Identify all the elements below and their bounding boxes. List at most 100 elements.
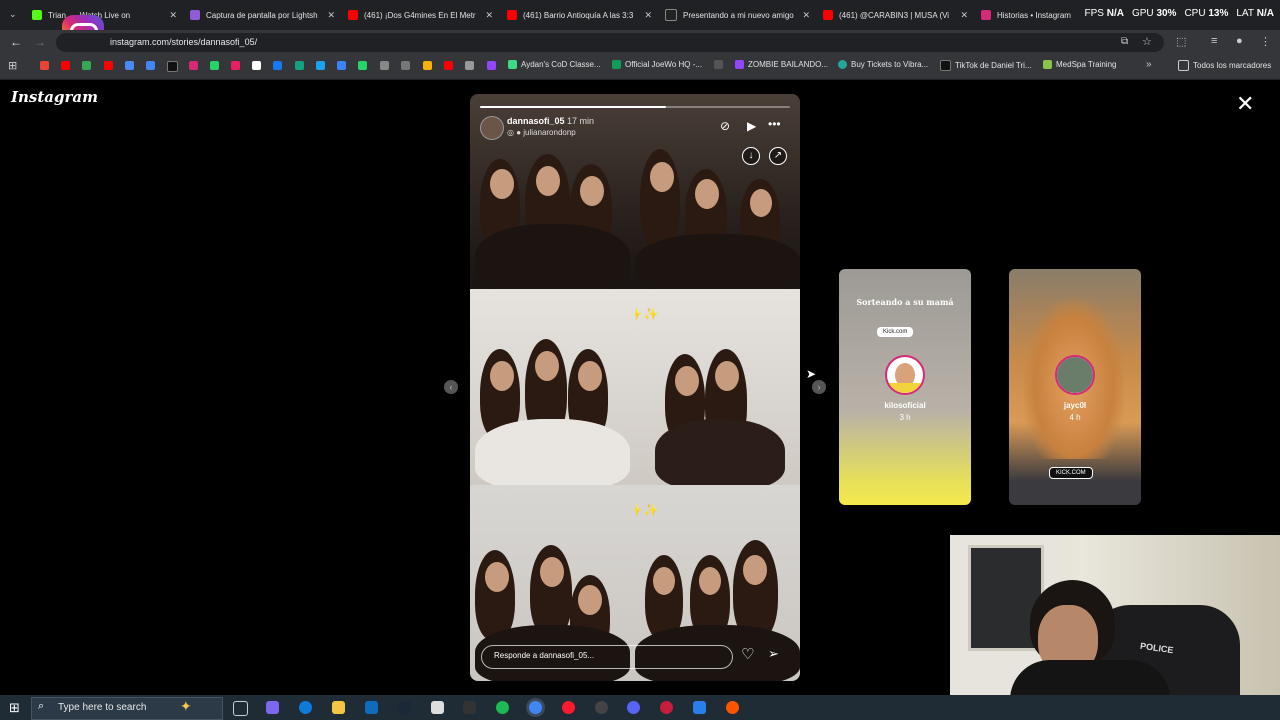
instagram-icon [981,10,991,20]
store-icon[interactable] [431,701,444,714]
bookmark-vibra[interactable]: Buy Tickets to Vibra... [838,60,928,69]
bookmark-tiktok[interactable]: TikTok de Daniel Tri... [940,60,1032,71]
chrome-icon[interactable] [529,701,542,714]
bookmark-icon[interactable] [252,61,261,70]
discord-icon[interactable] [627,701,640,714]
bookmark-icon[interactable] [401,61,410,70]
more-options-icon[interactable]: ••• [768,117,781,131]
next-story-card-jayc0l[interactable]: jayc0l 4 h KICK.COM [1009,269,1141,505]
tab-youtube-3[interactable]: (461) @CARABIN3 | MUSA (Vi ✕ [823,4,968,26]
instagram-bookmark-icon[interactable] [189,61,198,70]
file-explorer-icon[interactable] [332,701,345,714]
chatgpt-icon[interactable] [295,61,304,70]
tab-youtube-2[interactable]: (461) Barrio Antioquía A las 3:3 ✕ [507,4,652,26]
tab-search-chevron-icon[interactable]: ⌄ [9,9,17,20]
bookmark-aydans-cod[interactable]: Aydan's CoD Classe... [508,60,601,69]
close-tab-icon[interactable]: ✕ [327,10,335,21]
edge-icon[interactable] [299,701,312,714]
link-sticker: KICK.COM [1049,467,1093,479]
story-author-name: kilosoficial [884,401,926,410]
forward-arrow-icon[interactable]: → [34,35,46,49]
outlook-icon[interactable] [125,61,134,70]
like-heart-icon[interactable]: ♡ [741,645,754,663]
twitch-icon[interactable] [487,61,496,70]
instagram-logo[interactable]: Instagram [11,88,98,106]
bookmark-icon[interactable] [380,61,389,70]
webcam-overlay: POLICE [950,535,1280,700]
story-photo: ✨✨✨ [635,289,800,485]
close-tab-icon[interactable]: ✕ [960,10,968,21]
all-bookmarks-folder[interactable]: Todos los marcadores [1178,60,1271,71]
opera-icon[interactable] [562,701,575,714]
kick-icon [32,10,42,20]
extensions-icon[interactable]: ⬚ [1176,35,1186,48]
x-twitter-icon[interactable] [167,61,178,72]
app-icon[interactable] [463,701,476,714]
spotify-icon[interactable] [496,701,509,714]
obs-icon[interactable] [595,701,608,714]
app-icon[interactable] [726,701,739,714]
tab-instagram-active[interactable]: Historias • Instagram [981,4,1071,26]
story-collaborator[interactable]: ◎ ● julianarondonp [507,128,576,137]
story-viewer[interactable]: ✨✨✨ ✨✨✨ [470,94,800,681]
tab-tiktok[interactable]: Presentando a mi nuevo amigo ✕ [665,4,810,26]
story-username[interactable]: dannasofi_05 [507,116,565,126]
download-icon[interactable]: ↓ [742,147,760,165]
maps-icon[interactable] [82,61,91,70]
close-story-icon[interactable]: ✕ [1236,93,1254,115]
app-icon[interactable] [660,701,673,714]
bookmark-icon[interactable] [337,61,346,70]
bookmark-star-icon[interactable]: ☆ [1142,35,1152,48]
bookmark-pin[interactable] [714,60,727,69]
bookmark-icon[interactable] [465,61,474,70]
youtube-bookmark-icon[interactable] [444,61,453,70]
bookmark-icon[interactable] [146,61,155,70]
next-story-card-kilosoficial[interactable]: Sorteando a su mamá Kick.com kilosoficia… [839,269,971,505]
bookmark-icon[interactable] [423,61,432,70]
gmail-icon[interactable] [40,61,49,70]
facebook-icon[interactable] [273,61,282,70]
share-external-icon[interactable]: ↗ [769,147,787,165]
close-tab-icon[interactable]: ✕ [169,10,177,21]
close-tab-icon[interactable]: ✕ [644,10,652,21]
next-story-icon[interactable]: › [812,380,826,394]
bookmark-joewo[interactable]: Official JoeWo HQ -... [612,60,702,69]
hud-lat: LAT N/A [1236,8,1274,19]
youtube-bookmark-icon[interactable] [61,61,70,70]
sheets-icon [612,60,621,69]
windows-start-icon[interactable]: ⊞ [9,700,20,716]
url-text[interactable]: instagram.com/stories/dannasofi_05/ [110,37,257,47]
play-icon[interactable]: ▶ [747,119,756,133]
profile-icon[interactable]: ● [1236,35,1243,47]
whatsapp-bookmark-icon[interactable] [210,61,219,70]
whatsapp-icon[interactable] [358,61,367,70]
back-arrow-icon[interactable]: ← [10,35,22,49]
more-bookmarks-icon[interactable]: » [1146,59,1152,70]
tab-kick[interactable]: Trian... - Watch Live on✕ [32,4,177,26]
install-app-icon[interactable]: ⧉ [1121,36,1128,47]
send-message-icon[interactable]: ➢ [768,646,779,662]
bookmark-icon[interactable] [316,61,325,70]
copilot-icon[interactable] [266,701,279,714]
youtube-bookmark-icon[interactable] [104,61,113,70]
outlook-icon[interactable] [365,701,378,714]
story-timestamp: 17 min [567,116,595,126]
avatar[interactable] [480,116,504,140]
previous-story-icon[interactable]: ‹ [444,380,458,394]
tab-lightshot[interactable]: Captura de pantalla por Lightsh ✕ [190,4,335,26]
bookmark-zombie[interactable]: ZOMBIE BAILANDO... [735,60,828,69]
menu-kebab-icon[interactable]: ⋮ [1260,35,1271,48]
mute-icon[interactable]: ⊘ [720,119,730,133]
security-shield-icon[interactable] [693,701,706,714]
close-tab-icon[interactable]: ✕ [802,10,810,21]
story-author-name: jayc0l [1063,401,1087,410]
bookmark-icon[interactable] [231,61,240,70]
tab-youtube-1[interactable]: (461) ¡Dos G4mines En El Metr ✕ [348,4,493,26]
story-caption: Sorteando a su mamá [856,297,954,307]
task-view-icon[interactable] [233,701,248,716]
apps-grid-icon[interactable]: ⊞ [8,59,17,72]
reading-list-icon[interactable]: ≡ [1211,35,1217,47]
bookmark-medspa[interactable]: MedSpa Training [1043,60,1116,69]
steam-icon[interactable] [398,701,411,714]
close-tab-icon[interactable]: ✕ [485,10,493,21]
